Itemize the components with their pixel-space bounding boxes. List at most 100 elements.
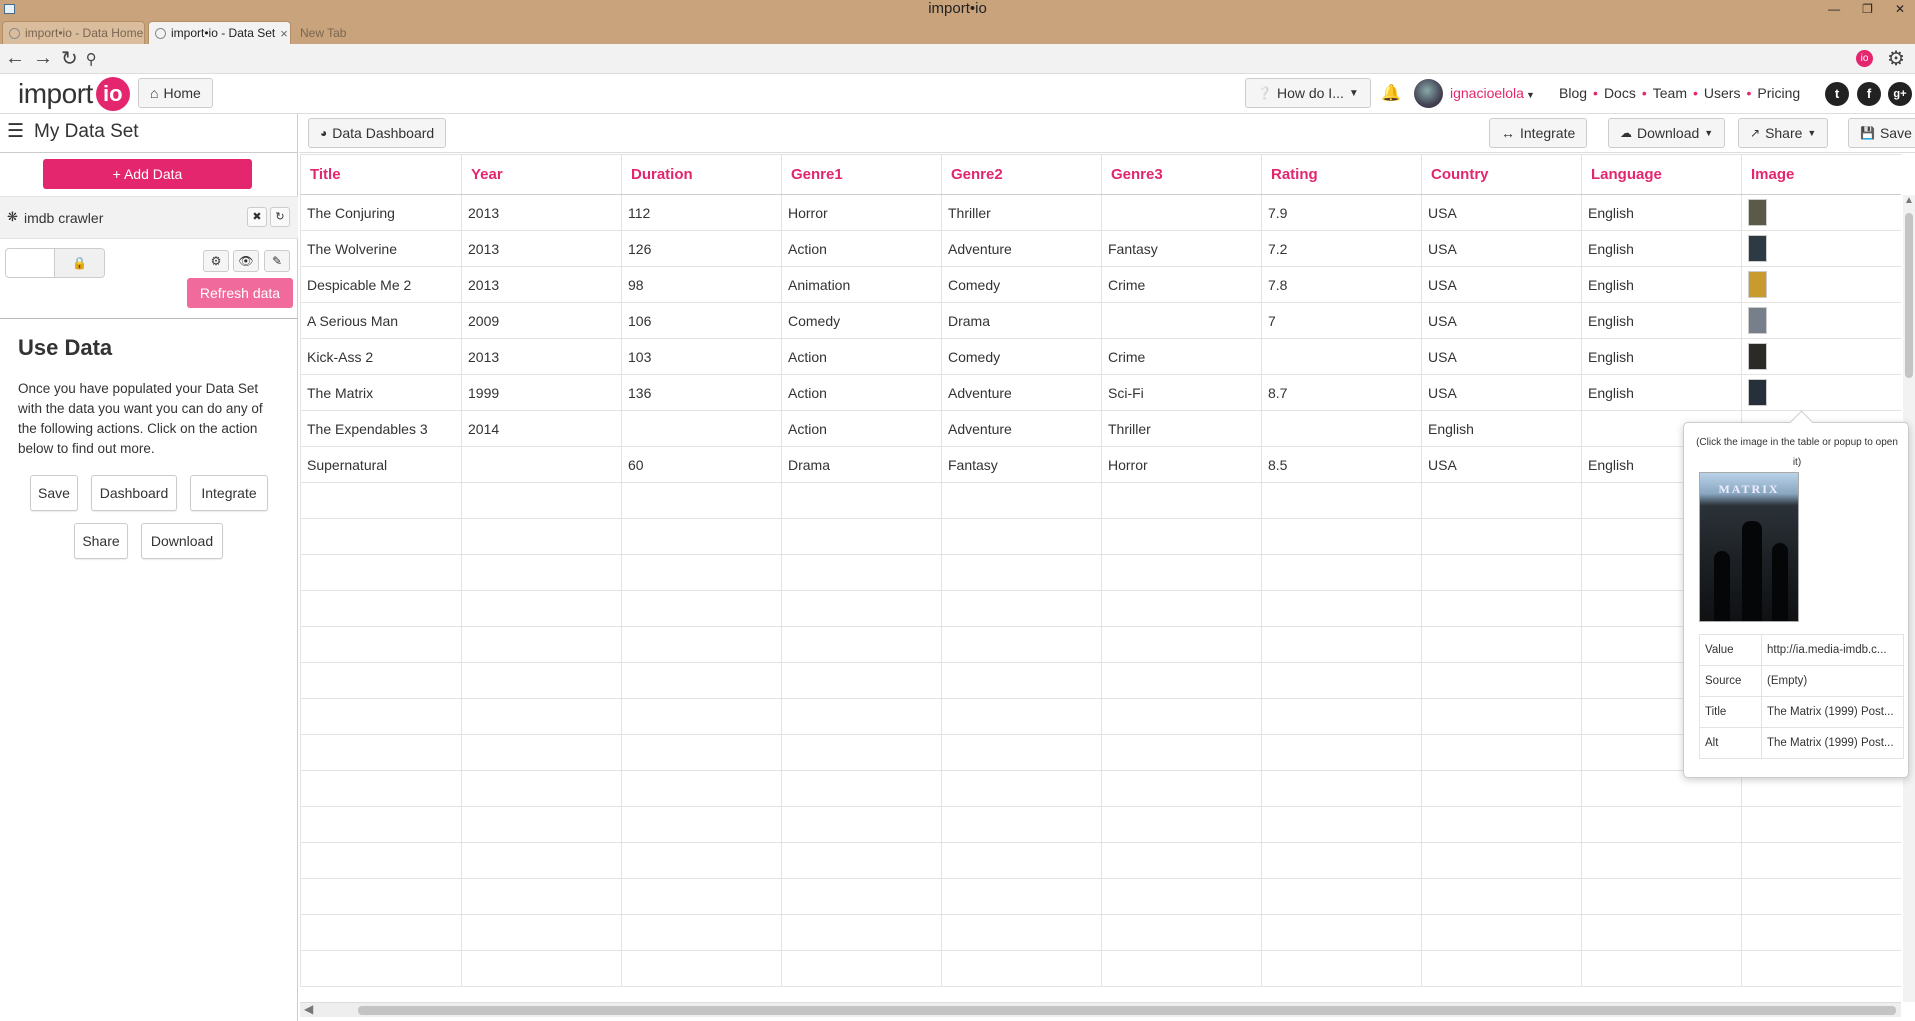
- nav-link-pricing[interactable]: Pricing: [1757, 85, 1800, 101]
- empty-cell[interactable]: [781, 950, 942, 987]
- table-cell-image[interactable]: [1741, 374, 1901, 411]
- empty-cell[interactable]: [941, 518, 1102, 555]
- lock-toggle[interactable]: 🔒: [5, 248, 105, 278]
- table-cell-country[interactable]: USA: [1421, 338, 1582, 375]
- table-cell-genre3[interactable]: [1101, 194, 1262, 231]
- empty-cell[interactable]: [1421, 626, 1582, 663]
- browser-tab-data-home[interactable]: import•io - Data Home: [2, 21, 145, 44]
- empty-cell[interactable]: [781, 662, 942, 699]
- empty-cell[interactable]: [1421, 806, 1582, 843]
- empty-cell[interactable]: [300, 554, 462, 591]
- table-cell-genre3[interactable]: Horror: [1101, 446, 1262, 483]
- empty-cell[interactable]: [1101, 770, 1262, 807]
- empty-cell[interactable]: [1421, 590, 1582, 627]
- empty-cell[interactable]: [1581, 950, 1742, 987]
- importio-logo[interactable]: import io: [18, 77, 130, 111]
- poster-thumbnail[interactable]: [1748, 343, 1767, 370]
- empty-cell[interactable]: [781, 554, 942, 591]
- tab-close-icon[interactable]: ×: [280, 26, 288, 41]
- empty-table-row[interactable]: [300, 842, 1901, 879]
- empty-cell[interactable]: [941, 878, 1102, 915]
- empty-cell[interactable]: [941, 950, 1102, 987]
- use-share-button[interactable]: Share: [74, 523, 128, 559]
- table-cell-genre1[interactable]: Horror: [781, 194, 942, 231]
- empty-cell[interactable]: [1101, 806, 1262, 843]
- table-cell-country[interactable]: USA: [1421, 230, 1582, 267]
- table-cell-duration[interactable]: 136: [621, 374, 782, 411]
- browser-tab-new[interactable]: New Tab: [294, 21, 374, 44]
- table-cell-duration[interactable]: [621, 410, 782, 447]
- empty-cell[interactable]: [461, 698, 622, 735]
- empty-cell[interactable]: [300, 770, 462, 807]
- empty-cell[interactable]: [941, 626, 1102, 663]
- poster-thumbnail[interactable]: [1748, 235, 1767, 262]
- poster-thumbnail[interactable]: [1748, 307, 1767, 334]
- column-header-duration[interactable]: Duration: [621, 154, 782, 195]
- empty-cell[interactable]: [781, 518, 942, 555]
- empty-cell[interactable]: [621, 914, 782, 951]
- column-header-language[interactable]: Language: [1581, 154, 1742, 195]
- table-cell-year[interactable]: 2009: [461, 302, 622, 339]
- empty-cell[interactable]: [1261, 770, 1422, 807]
- empty-cell[interactable]: [461, 662, 622, 699]
- empty-cell[interactable]: [781, 590, 942, 627]
- table-cell-genre2[interactable]: Adventure: [941, 230, 1102, 267]
- table-cell-genre3[interactable]: [1101, 302, 1262, 339]
- empty-cell[interactable]: [300, 698, 462, 735]
- table-cell-year[interactable]: 2013: [461, 266, 622, 303]
- empty-table-row[interactable]: [300, 914, 1901, 951]
- empty-cell[interactable]: [461, 770, 622, 807]
- empty-table-row[interactable]: [300, 626, 1901, 663]
- empty-table-row[interactable]: [300, 482, 1901, 519]
- empty-cell[interactable]: [1261, 482, 1422, 519]
- empty-cell[interactable]: [1101, 734, 1262, 771]
- nav-link-blog[interactable]: Blog: [1559, 85, 1587, 101]
- empty-cell[interactable]: [1421, 878, 1582, 915]
- empty-cell[interactable]: [1261, 590, 1422, 627]
- table-row[interactable]: Kick-Ass 2 2013 103 Action Comedy Crime USA Eng…: [300, 338, 1901, 375]
- importio-extension-icon[interactable]: io: [1856, 50, 1874, 67]
- table-cell-image[interactable]: [1741, 266, 1901, 303]
- empty-cell[interactable]: [621, 590, 782, 627]
- empty-cell[interactable]: [941, 842, 1102, 879]
- minimize-icon[interactable]: —: [1828, 0, 1840, 18]
- table-cell-language[interactable]: English: [1581, 374, 1742, 411]
- empty-cell[interactable]: [1101, 878, 1262, 915]
- poster-thumbnail[interactable]: [1748, 271, 1767, 298]
- table-cell-rating[interactable]: [1261, 410, 1422, 447]
- table-cell-genre2[interactable]: Thriller: [941, 194, 1102, 231]
- empty-cell[interactable]: [1421, 662, 1582, 699]
- table-cell-genre2[interactable]: Comedy: [941, 338, 1102, 375]
- use-dashboard-button[interactable]: Dashboard: [91, 475, 177, 511]
- table-cell-genre1[interactable]: Drama: [781, 446, 942, 483]
- empty-cell[interactable]: [781, 482, 942, 519]
- add-data-button[interactable]: + Add Data: [43, 159, 252, 189]
- integrate-button[interactable]: ↔ Integrate: [1489, 118, 1588, 148]
- table-cell-title[interactable]: Kick-Ass 2: [300, 338, 462, 375]
- empty-table-row[interactable]: [300, 662, 1901, 699]
- empty-cell[interactable]: [1261, 914, 1422, 951]
- empty-cell[interactable]: [461, 626, 622, 663]
- table-cell-year[interactable]: [461, 446, 622, 483]
- table-row[interactable]: The Conjuring 2013 112 Horror Thriller 7.9 USA…: [300, 194, 1901, 231]
- use-integrate-button[interactable]: Integrate: [190, 475, 268, 511]
- table-cell-year[interactable]: 1999: [461, 374, 622, 411]
- empty-cell[interactable]: [621, 806, 782, 843]
- empty-cell[interactable]: [781, 878, 942, 915]
- empty-table-row[interactable]: [300, 770, 1901, 807]
- empty-table-row[interactable]: [300, 878, 1901, 915]
- empty-cell[interactable]: [941, 698, 1102, 735]
- refresh-data-button[interactable]: Refresh data: [187, 278, 293, 308]
- empty-cell[interactable]: [1101, 626, 1262, 663]
- empty-cell[interactable]: [1581, 806, 1742, 843]
- table-cell-title[interactable]: Despicable Me 2: [300, 266, 462, 303]
- empty-cell[interactable]: [1581, 878, 1742, 915]
- empty-cell[interactable]: [300, 734, 462, 771]
- horizontal-scrollbar[interactable]: ◀: [300, 1002, 1901, 1017]
- empty-cell[interactable]: [461, 806, 622, 843]
- empty-cell[interactable]: [1421, 770, 1582, 807]
- edit-icon[interactable]: ✎: [264, 250, 290, 272]
- table-cell-rating[interactable]: 7.8: [1261, 266, 1422, 303]
- empty-cell[interactable]: [781, 914, 942, 951]
- empty-cell[interactable]: [941, 554, 1102, 591]
